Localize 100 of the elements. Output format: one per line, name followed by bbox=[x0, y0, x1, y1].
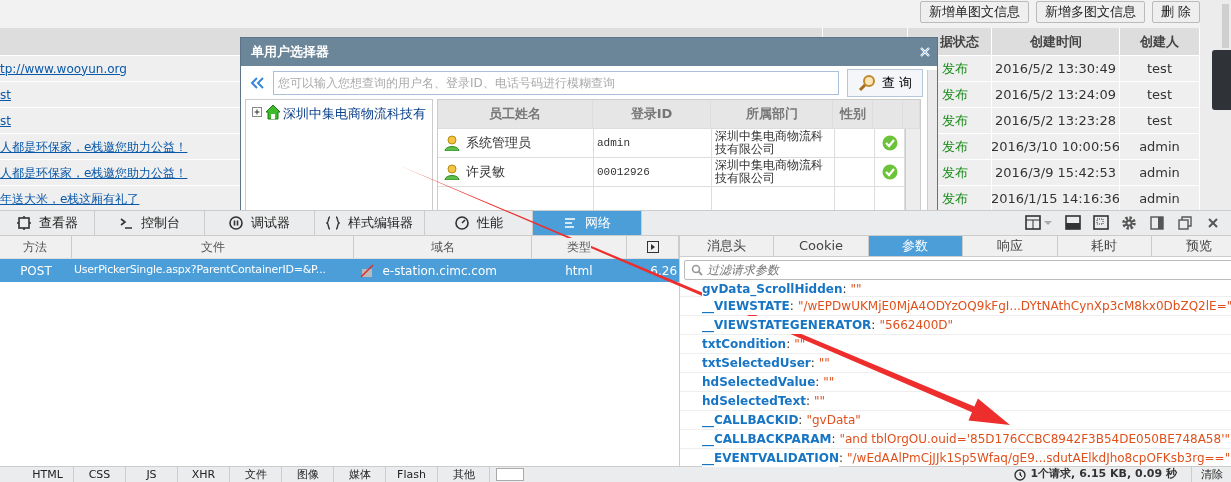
colon: : bbox=[786, 335, 791, 353]
undock-icon[interactable] bbox=[1177, 215, 1193, 231]
detail-tab[interactable]: 预览 bbox=[1151, 236, 1231, 256]
status-text: 发布 bbox=[942, 163, 968, 182]
title-link[interactable]: 年送大米，e栈这厢有礼了 bbox=[0, 189, 140, 208]
creator-name: admin bbox=[1139, 189, 1180, 208]
domain-name: e-station.cimc.com bbox=[382, 262, 497, 280]
employee-name: 许灵敏 bbox=[466, 163, 505, 182]
title-link[interactable]: tp://www.wooyun.org bbox=[0, 59, 127, 78]
colon: : bbox=[839, 449, 844, 467]
check-icon[interactable] bbox=[881, 164, 898, 180]
double-chevron-icon[interactable] bbox=[249, 75, 265, 90]
param-value: "" bbox=[823, 373, 835, 391]
filter-button[interactable]: HTML bbox=[22, 466, 74, 482]
department-name: 深圳中集电商物流科技有限公司 bbox=[715, 130, 824, 156]
tree-node-label[interactable]: 深圳中集电商物流科技有 bbox=[283, 104, 426, 124]
layout-icon[interactable] bbox=[1025, 215, 1053, 231]
param-value: "" bbox=[814, 392, 826, 410]
filter-button[interactable]: JS bbox=[126, 466, 178, 482]
gauge-icon bbox=[454, 216, 469, 230]
created-time: 2016/3/10 10:00:56 bbox=[992, 137, 1119, 156]
param-value: "/wEPDwUKMjE0MjA4ODYzOQ9kFgI...DYtNAthCynXp3cM8kx0DbZQ2lE=" bbox=[797, 297, 1231, 315]
detail-tab[interactable]: 耗时 bbox=[1057, 236, 1152, 256]
devtools-tab[interactable]: 查看器 bbox=[0, 211, 95, 235]
dialog-title: 单用户选择器 bbox=[251, 43, 329, 62]
search-field[interactable] bbox=[496, 468, 524, 481]
filter-button[interactable]: Flash bbox=[386, 466, 438, 482]
filter-button[interactable]: XHR bbox=[178, 466, 230, 482]
status-text: 发布 bbox=[942, 59, 968, 78]
toolbar-button[interactable]: 新增多图文信息 bbox=[1035, 1, 1145, 23]
search-field[interactable]: 您可以输入您想查询的用户名、登录ID、电话号码进行模糊查询 bbox=[273, 70, 839, 95]
detail-tab[interactable]: 消息头 bbox=[680, 236, 775, 256]
filter-field[interactable]: 过滤请求参数 bbox=[684, 259, 1231, 280]
frame-icon[interactable] bbox=[1093, 215, 1109, 231]
devtools-tab[interactable]: 控制台 bbox=[95, 211, 205, 235]
braces-icon bbox=[326, 216, 340, 230]
param-name: __VIEWSTATE bbox=[702, 296, 790, 315]
creator-name: test bbox=[1147, 59, 1172, 78]
column-header: 创建时间 bbox=[1029, 32, 1082, 51]
column-header: 域名 bbox=[430, 238, 455, 256]
login-id: 00012926 bbox=[597, 164, 650, 180]
column-header: 方法 bbox=[23, 238, 48, 256]
login-id: admin bbox=[597, 135, 630, 151]
settings-icon[interactable] bbox=[1121, 215, 1137, 231]
inspector-icon bbox=[16, 216, 31, 230]
colon: : bbox=[842, 281, 847, 296]
param-value: "5662400D" bbox=[879, 316, 954, 334]
filter-button[interactable]: CSS bbox=[74, 466, 126, 482]
console-icon[interactable] bbox=[1065, 215, 1081, 231]
devtools-tab[interactable]: 样式编辑器 bbox=[315, 211, 425, 235]
title-link[interactable]: st bbox=[0, 111, 11, 130]
toolbar-button[interactable]: 删 除 bbox=[1151, 1, 1200, 23]
detail-tab[interactable]: 响应 bbox=[963, 236, 1058, 256]
query-button[interactable]: 查 询 bbox=[847, 68, 924, 97]
column-header: 文件 bbox=[200, 238, 225, 256]
param-value: "/wEdAAlPmCjJJk1Sp5Wfaq/gE9...sdutAElkdJho8cpOFKsb3rg==" bbox=[847, 449, 1231, 467]
scrollbar[interactable] bbox=[1200, 0, 1231, 210]
house-icon bbox=[265, 104, 281, 120]
filter-button[interactable]: 媒体 bbox=[334, 466, 386, 482]
column-header: 创建人 bbox=[1140, 32, 1179, 51]
title-link[interactable]: st bbox=[0, 85, 11, 104]
close-icon[interactable] bbox=[919, 46, 931, 58]
toolbar-button[interactable]: 新增单图文信息 bbox=[919, 1, 1029, 23]
dock-side-icon[interactable] bbox=[1149, 215, 1165, 231]
detail-tab[interactable]: Cookie bbox=[774, 236, 869, 256]
created-time: 2016/5/2 13:30:49 bbox=[995, 59, 1116, 78]
expand-icon[interactable] bbox=[252, 107, 263, 118]
lock-crossed-icon bbox=[360, 263, 375, 278]
created-time: 2016/3/9 15:42:53 bbox=[995, 163, 1116, 182]
scrollbar[interactable] bbox=[927, 70, 937, 210]
department-name: 深圳中集电商物流科技有限公司 bbox=[715, 159, 824, 185]
request-summary: 1个请求, 6.15 KB, 0.09 秒 bbox=[1030, 466, 1177, 482]
param-value: "" bbox=[794, 335, 806, 353]
title-link[interactable]: 人都是环保家，e栈邀您助力公益！ bbox=[0, 163, 188, 182]
colon: : bbox=[815, 373, 820, 391]
status-text: 发布 bbox=[942, 137, 968, 156]
column-header: 所属部门 bbox=[745, 105, 798, 124]
filter-button[interactable]: 图像 bbox=[282, 466, 334, 482]
param-value: "" bbox=[818, 354, 830, 372]
colon: : bbox=[831, 430, 836, 446]
clear-button[interactable]: 清除 bbox=[1191, 466, 1231, 482]
param-value: "and tblOrgOU.ouid='85D176CCBC8942F3B54DE050BE748A58'" bbox=[839, 430, 1230, 448]
user-icon bbox=[444, 164, 460, 180]
colon: : bbox=[810, 354, 815, 372]
filter-button[interactable]: 文件 bbox=[230, 466, 282, 482]
column-header: 类型 bbox=[567, 238, 592, 256]
status-text: 发布 bbox=[942, 85, 968, 104]
sidebar-toggle-icon[interactable] bbox=[646, 241, 659, 253]
column-header: 性别 bbox=[839, 105, 866, 124]
scrollbar[interactable] bbox=[905, 129, 920, 210]
devtools-tab[interactable]: 调试器 bbox=[205, 211, 315, 235]
clock-icon bbox=[1014, 468, 1027, 481]
title-link[interactable]: 人都是环保家，e栈邀您助力公益！ bbox=[0, 137, 188, 156]
creator-name: test bbox=[1147, 85, 1172, 104]
debugger-icon bbox=[229, 216, 243, 230]
scrollbar-thumb[interactable] bbox=[1222, 4, 1229, 48]
colon: : bbox=[805, 392, 810, 410]
method-text: POST bbox=[20, 263, 52, 278]
check-icon[interactable] bbox=[881, 135, 898, 151]
filter-button[interactable]: 其他 bbox=[438, 466, 490, 482]
